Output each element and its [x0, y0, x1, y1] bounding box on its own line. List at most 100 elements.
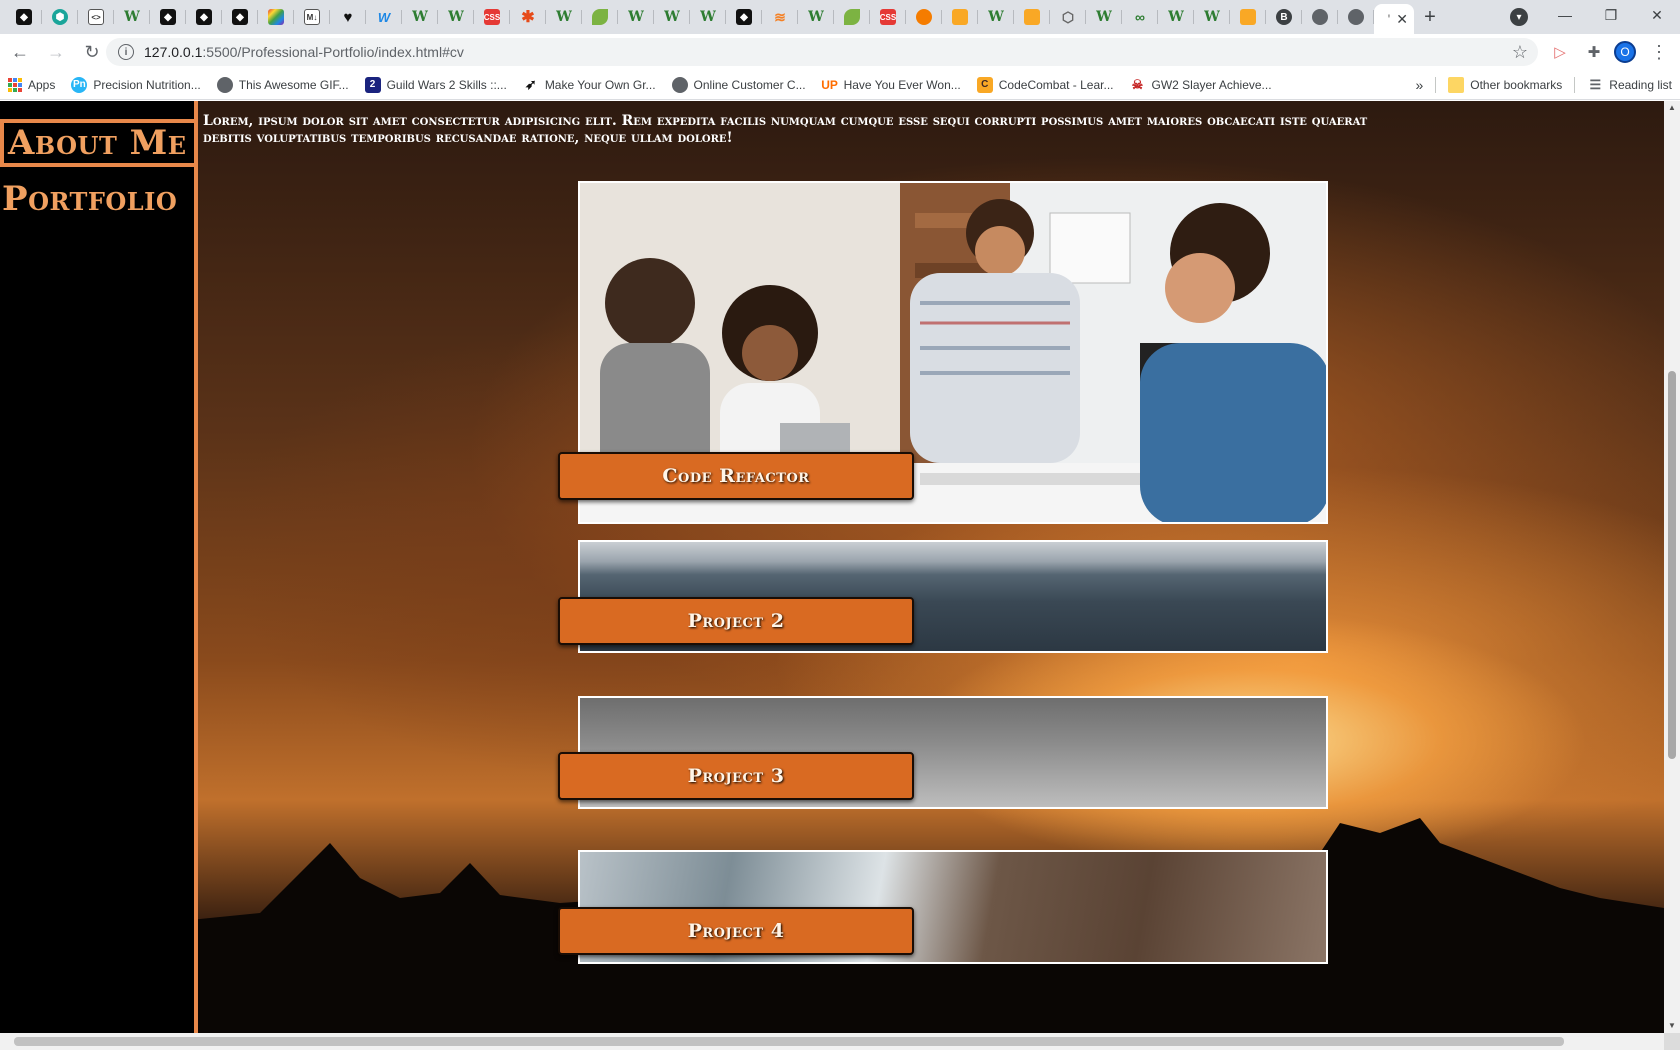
bookmark-item[interactable]: Online Customer C... [664, 70, 814, 100]
css-icon: CSS [484, 9, 500, 25]
other-bookmarks[interactable]: Other bookmarks [1440, 70, 1570, 100]
bookmark-label: Online Customer C... [693, 77, 806, 92]
tab[interactable]: W [798, 0, 834, 34]
bookmark-item[interactable]: ➶ Make Your Own Gr... [515, 70, 664, 100]
profile-avatar[interactable]: O [1614, 41, 1636, 63]
minimize-button[interactable]: — [1542, 0, 1588, 30]
project-button-2[interactable]: Project 2 [558, 597, 914, 645]
bookmark-item[interactable]: Pn Precision Nutrition... [63, 70, 208, 100]
bookmark-item[interactable]: UP Have You Ever Won... [814, 70, 969, 100]
tab[interactable]: ♥ [330, 0, 366, 34]
tab[interactable] [582, 0, 618, 34]
browser-toolbar: ← → ↻ i 127.0.0.1:5500/Professional-Port… [0, 34, 1680, 70]
active-tab[interactable]: ' ✕ [1374, 4, 1414, 34]
tab[interactable]: W [654, 0, 690, 34]
horizontal-scroll-thumb[interactable] [14, 1037, 1564, 1046]
sidebar: About Me Portfolio [0, 101, 198, 1033]
tab[interactable] [258, 0, 294, 34]
project-button-code-refactor[interactable]: Code Refactor [558, 452, 914, 500]
tab[interactable]: M↓ [294, 0, 330, 34]
up-icon: UP [821, 77, 838, 92]
tab[interactable]: ◆ [186, 0, 222, 34]
bookmark-item[interactable]: This Awesome GIF... [209, 70, 357, 100]
forward-button[interactable]: → [40, 36, 72, 68]
nav-portfolio[interactable]: Portfolio [0, 179, 177, 219]
w-icon: W [700, 9, 716, 25]
reading-list[interactable]: ☰ Reading list [1579, 70, 1680, 100]
tab[interactable]: ◆ [6, 0, 42, 34]
w-icon: W [124, 9, 140, 25]
tab[interactable]: B [1266, 0, 1302, 34]
tab[interactable] [1302, 0, 1338, 34]
bookmark-item[interactable]: C CodeCombat - Lear... [969, 70, 1122, 100]
tab[interactable]: <> [78, 0, 114, 34]
tab[interactable]: ≋ [762, 0, 798, 34]
tab[interactable] [1338, 0, 1374, 34]
tab[interactable]: W [1158, 0, 1194, 34]
w-icon: W [412, 9, 428, 25]
scroll-down-arrow-icon[interactable]: ▼ [1664, 1019, 1680, 1033]
tab[interactable]: W [618, 0, 654, 34]
bookmarks-overflow-button[interactable]: » [1407, 70, 1431, 100]
tab[interactable]: CSS [870, 0, 906, 34]
tab[interactable]: W [1194, 0, 1230, 34]
info-icon[interactable]: i [118, 44, 134, 60]
tab[interactable]: ◆ [726, 0, 762, 34]
bookmark-item[interactable]: 2 Guild Wars 2 Skills ::... [357, 70, 515, 100]
scroll-up-arrow-icon[interactable]: ▲ [1664, 101, 1680, 115]
tab[interactable] [906, 0, 942, 34]
vertical-scroll-thumb[interactable] [1668, 371, 1676, 759]
vertical-scrollbar[interactable]: ▲ ▼ [1664, 101, 1680, 1033]
tab[interactable]: W [690, 0, 726, 34]
pn-icon: Pn [71, 76, 88, 93]
close-window-button[interactable]: ✕ [1634, 0, 1680, 30]
tab[interactable]: ⬢ [42, 0, 78, 34]
bookmark-apps[interactable]: Apps [0, 70, 63, 100]
globe-icon [1348, 9, 1364, 25]
restore-button[interactable]: ❐ [1588, 0, 1634, 30]
b-circle-icon: B [1276, 9, 1292, 25]
extension-cast-icon[interactable]: ▷ [1550, 42, 1570, 62]
tab[interactable]: ∞ [1122, 0, 1158, 34]
bookmarks-right: » Other bookmarks ☰ Reading list [1407, 70, 1680, 100]
tab[interactable] [834, 0, 870, 34]
tab[interactable]: W [114, 0, 150, 34]
tab[interactable]: W [366, 0, 402, 34]
leaf-icon [592, 9, 608, 25]
tab[interactable]: ✱ [510, 0, 546, 34]
menu-dots-icon[interactable]: ⋮ [1650, 42, 1668, 63]
rocket-icon: ➶ [524, 76, 537, 92]
bookmark-label: Precision Nutrition... [93, 77, 201, 92]
w-icon: W [448, 9, 464, 25]
tab[interactable]: W [438, 0, 474, 34]
tab[interactable] [1230, 0, 1266, 34]
extensions-puzzle-icon[interactable]: ✚ [1584, 42, 1604, 62]
reload-button[interactable]: ↻ [76, 36, 108, 68]
cube-icon: ⬡ [1061, 8, 1075, 25]
window-controls: — ❐ ✕ [1542, 0, 1680, 30]
bookmark-item[interactable]: ☠ GW2 Slayer Achieve... [1122, 70, 1280, 100]
tab[interactable] [1014, 0, 1050, 34]
nav-about-me[interactable]: About Me [0, 119, 198, 167]
back-button[interactable]: ← [4, 36, 36, 68]
lock-icon [952, 9, 968, 25]
project-button-4[interactable]: Project 4 [558, 907, 914, 955]
tab[interactable]: W [402, 0, 438, 34]
tab[interactable]: ◆ [150, 0, 186, 34]
tab[interactable] [942, 0, 978, 34]
new-tab-button[interactable]: + [1414, 6, 1446, 29]
bookmark-star-icon[interactable]: ☆ [1512, 42, 1528, 63]
tab[interactable]: W [978, 0, 1014, 34]
tab[interactable]: W [546, 0, 582, 34]
horizontal-scrollbar[interactable] [0, 1033, 1664, 1050]
tab[interactable]: ⬡ [1050, 0, 1086, 34]
tab[interactable]: ◆ [222, 0, 258, 34]
gw2-icon: 2 [364, 76, 381, 93]
url-text[interactable]: 127.0.0.1:5500/Professional-Portfolio/in… [144, 44, 464, 60]
tab[interactable]: W [1086, 0, 1122, 34]
tab[interactable]: CSS [474, 0, 510, 34]
project-button-3[interactable]: Project 3 [558, 752, 914, 800]
tab-search-icon[interactable]: ▾ [1510, 8, 1528, 26]
close-tab-icon[interactable]: ✕ [1396, 11, 1408, 28]
address-bar[interactable]: i 127.0.0.1:5500/Professional-Portfolio/… [106, 38, 1538, 66]
